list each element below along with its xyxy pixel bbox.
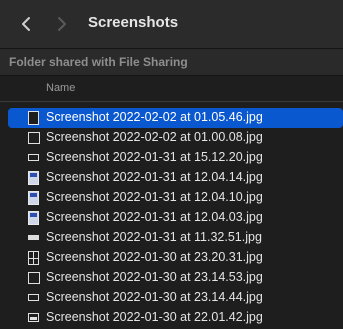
file-row[interactable]: Screenshot 2022-01-31 at 12.04.03.jpg	[0, 208, 343, 228]
square-image-icon	[28, 272, 40, 284]
file-name: Screenshot 2022-01-31 at 11.32.51.jpg	[46, 230, 262, 244]
thin-image-icon	[28, 235, 39, 240]
file-name: Screenshot 2022-02-02 at 01.05.46.jpg	[46, 110, 263, 124]
wide-image-icon	[28, 154, 39, 161]
shared-folder-text: Folder shared with File Sharing	[9, 55, 188, 69]
file-row[interactable]: Screenshot 2022-01-30 at 22.01.42.jpg	[0, 308, 343, 328]
screenshot-image-icon	[28, 171, 39, 185]
file-row[interactable]: Screenshot 2022-01-31 at 15.12.20.jpg	[0, 148, 343, 168]
column-header: Name	[0, 76, 343, 102]
chevron-right-icon	[58, 17, 66, 31]
shared-folder-banner: Folder shared with File Sharing	[0, 49, 343, 76]
forward-button[interactable]	[50, 12, 74, 36]
file-row[interactable]: Screenshot 2022-02-02 at 01.05.46.jpg	[8, 108, 343, 128]
screenshot-image-icon	[28, 211, 39, 225]
file-row[interactable]: Screenshot 2022-01-31 at 11.32.51.jpg	[0, 228, 343, 248]
file-name: Screenshot 2022-01-30 at 22.01.42.jpg	[46, 310, 263, 324]
file-row[interactable]: Screenshot 2022-01-31 at 12.04.10.jpg	[0, 188, 343, 208]
file-name: Screenshot 2022-01-30 at 23.14.53.jpg	[46, 270, 263, 284]
file-name: Screenshot 2022-02-02 at 01.00.08.jpg	[46, 130, 263, 144]
file-row[interactable]: Screenshot 2022-01-30 at 23.14.44.jpg	[0, 288, 343, 308]
file-row[interactable]: Screenshot 2022-02-02 at 01.00.08.jpg	[0, 128, 343, 148]
file-name: Screenshot 2022-01-30 at 23.20.31.jpg	[46, 250, 263, 264]
file-row[interactable]: Screenshot 2022-01-31 at 12.04.14.jpg	[0, 168, 343, 188]
filled-image-icon	[28, 313, 39, 322]
screenshot-image-icon	[28, 191, 39, 205]
column-name-header[interactable]: Name	[46, 82, 75, 94]
portrait-image-icon	[28, 111, 39, 125]
window-title: Screenshots	[88, 14, 179, 31]
chevron-left-icon	[22, 17, 30, 31]
grid-image-icon	[28, 251, 39, 265]
file-name: Screenshot 2022-01-30 at 23.14.44.jpg	[46, 290, 263, 304]
file-list: Screenshot 2022-02-02 at 01.05.46.jpg Scr…	[0, 108, 343, 328]
file-name: Screenshot 2022-01-31 at 12.04.03.jpg	[46, 210, 263, 224]
file-name: Screenshot 2022-01-31 at 12.04.10.jpg	[46, 190, 263, 204]
square-image-icon	[28, 132, 40, 144]
back-button[interactable]	[14, 12, 38, 36]
file-row[interactable]: Screenshot 2022-01-30 at 23.14.53.jpg	[0, 268, 343, 288]
file-name: Screenshot 2022-01-31 at 12.04.14.jpg	[46, 170, 263, 184]
file-name: Screenshot 2022-01-31 at 15.12.20.jpg	[46, 150, 263, 164]
wide-image-icon	[28, 294, 39, 301]
toolbar: Screenshots	[0, 0, 343, 49]
file-row[interactable]: Screenshot 2022-01-30 at 23.20.31.jpg	[0, 248, 343, 268]
